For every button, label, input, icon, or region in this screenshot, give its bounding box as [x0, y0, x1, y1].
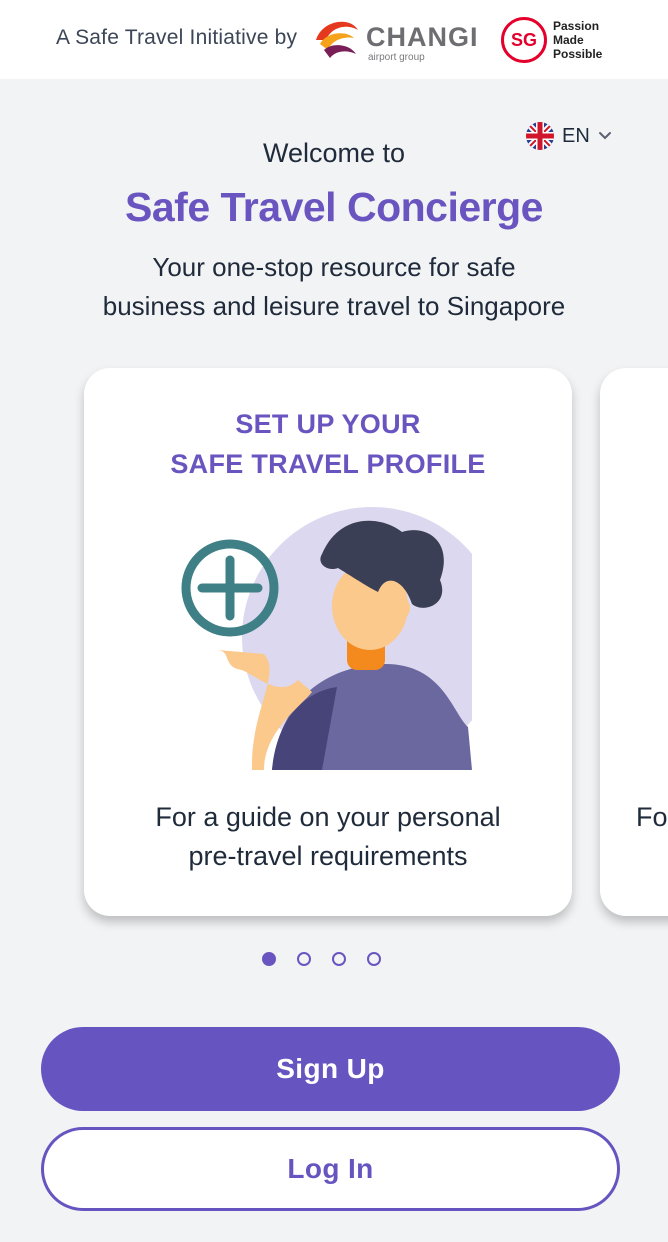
carousel-pagination [262, 952, 381, 966]
card-title: SET UP YOUR SAFE TRAVEL PROFILE [170, 409, 486, 479]
pagination-dot-2[interactable] [297, 952, 311, 966]
carousel-card-next[interactable]: Fo [600, 368, 668, 916]
carousel-card-profile[interactable]: SET UP YOUR SAFE TRAVEL PROFILE For a gu… [84, 368, 572, 916]
sg-logo-icon: SG [501, 17, 547, 63]
changi-wordmark: CHANGI [366, 22, 479, 52]
sg-tagline: Passion Made Possible [553, 19, 603, 61]
sponsor-header: A Safe Travel Initiative by CHANGI airpo… [0, 0, 668, 79]
welcome-heading: Welcome to [262, 138, 406, 168]
app-title: Safe Travel Concierge [125, 184, 543, 230]
pagination-dot-4[interactable] [367, 952, 381, 966]
add-profile-illustration [181, 507, 472, 770]
card-caption: For a guide on your personal pre-travel … [155, 802, 501, 871]
initiative-text: A Safe Travel Initiative by [56, 26, 298, 49]
log-in-button[interactable]: Log In [41, 1127, 620, 1211]
next-card-caption: Fo [636, 802, 668, 832]
pagination-dot-1[interactable] [262, 952, 276, 966]
changi-logo-icon [316, 21, 358, 58]
pagination-dot-3[interactable] [332, 952, 346, 966]
sign-up-button[interactable]: Sign Up [41, 1027, 620, 1111]
changi-subtext: airport group [368, 52, 425, 63]
app-tagline: Your one-stop resource for safe business… [102, 252, 566, 321]
